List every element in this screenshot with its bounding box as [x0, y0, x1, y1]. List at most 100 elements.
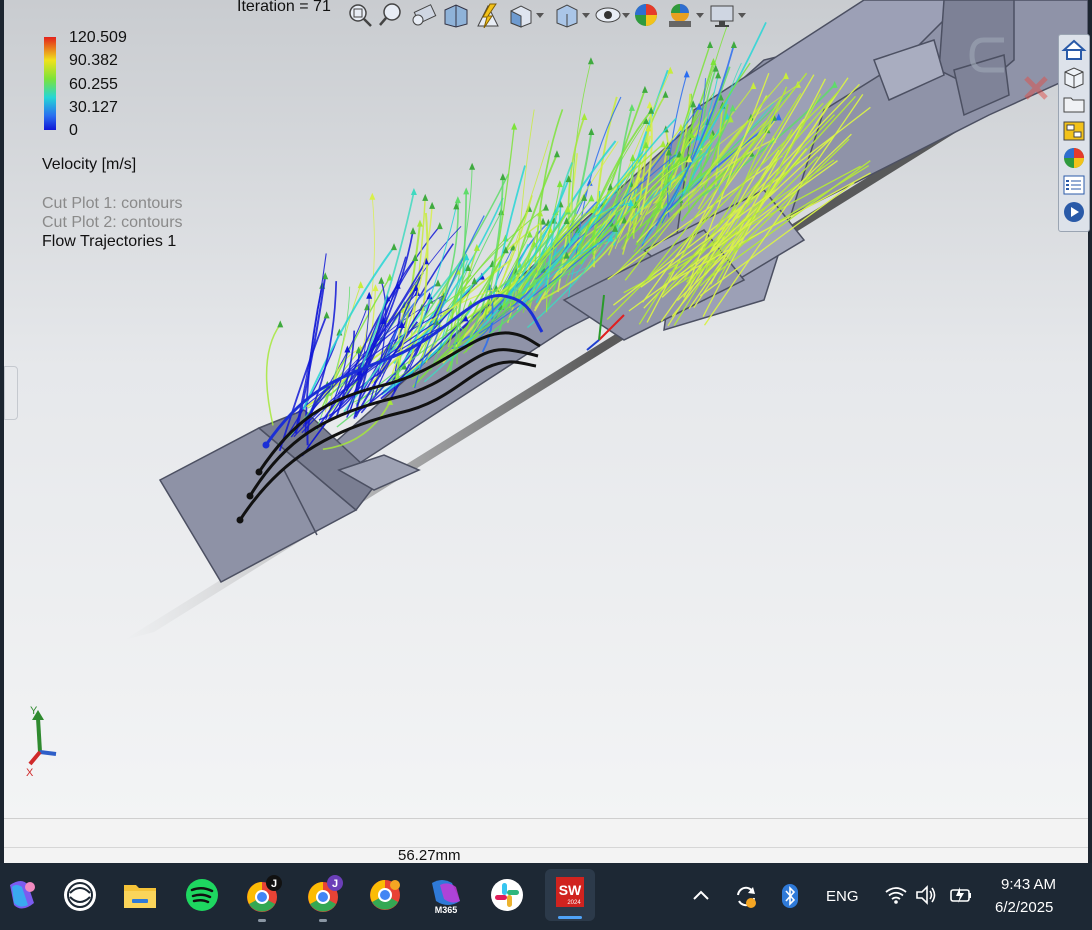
chrome-icon[interactable] — [365, 875, 405, 915]
play-icon[interactable] — [1061, 200, 1087, 224]
graphics-viewport[interactable]: 120.509 90.382 60.255 30.127 0 Velocity … — [4, 0, 1088, 818]
chrome-profile-j-icon[interactable]: J — [242, 875, 282, 922]
cancel-icon[interactable] — [1024, 76, 1048, 100]
profile-badge: J — [271, 878, 277, 890]
design-library-icon[interactable] — [1061, 119, 1087, 143]
trajectory-line — [265, 323, 281, 426]
clock-time[interactable]: 9:43 AM — [1001, 876, 1056, 893]
trajectory-arrow — [323, 311, 330, 319]
chevron-down-icon[interactable] — [620, 2, 632, 28]
display-style-icon[interactable] — [552, 2, 580, 28]
clock-date[interactable]: 6/2/2025 — [995, 899, 1053, 916]
zoom-to-area-icon[interactable] — [378, 2, 406, 28]
trajectory-arrow — [660, 140, 667, 148]
trajectory-arrow — [667, 66, 674, 74]
panel-collapse-handle[interactable] — [4, 366, 18, 420]
trajectory-arrow — [556, 180, 563, 188]
solidworks-version: 2024 — [567, 900, 581, 906]
microsoft-365-icon[interactable]: M365 — [426, 875, 466, 915]
legend-value-4: 30.127 — [69, 99, 118, 116]
trajectory-arrow — [588, 128, 595, 136]
status-bar: 56.27mm — [4, 818, 1088, 864]
view-orientation-icon[interactable] — [506, 2, 534, 28]
results-item-flow-trajectories[interactable]: Flow Trajectories 1 — [42, 233, 176, 251]
language-indicator[interactable]: ENG — [826, 888, 859, 905]
chevron-up-icon[interactable] — [690, 885, 712, 907]
trajectory-arrow — [683, 70, 690, 78]
chevron-down-icon[interactable] — [694, 2, 706, 28]
iteration-counter: Iteration = 71 — [237, 0, 331, 15]
legend-value-mid: 60.255 — [69, 76, 118, 93]
sync-icon[interactable] — [733, 883, 759, 909]
view-settings-icon[interactable] — [708, 2, 736, 28]
trajectory-arrow — [410, 188, 417, 196]
trajectory-arrow — [357, 281, 364, 289]
trajectory-arrow — [553, 150, 560, 158]
hide-show-items-icon[interactable] — [594, 2, 622, 28]
confirm-icon[interactable] — [969, 37, 1004, 73]
legend-value-min: 0 — [69, 122, 78, 139]
trajectory-arrow — [629, 154, 636, 162]
trajectory-arrow — [581, 113, 588, 121]
active-indicator — [558, 916, 582, 919]
chevron-down-icon[interactable] — [580, 2, 592, 28]
running-indicator — [258, 919, 266, 922]
trajectory-arrow — [646, 101, 653, 109]
trajectory-arrow — [277, 320, 284, 328]
legend-value-2: 90.382 — [69, 52, 118, 69]
trajectory-arrow — [410, 227, 417, 235]
status-divider — [4, 847, 1088, 848]
spotify-icon[interactable] — [182, 875, 222, 915]
battery-icon[interactable] — [948, 885, 974, 905]
solidworks-icon[interactable]: SW 2024 — [545, 869, 595, 921]
trajectory-arrow — [587, 57, 594, 65]
trajectory-arrow — [378, 276, 385, 284]
task-pane-tabs — [1058, 34, 1090, 232]
trajectory-arrow — [715, 71, 722, 79]
trajectory-arrow — [499, 173, 506, 181]
trajectory-arrow — [454, 196, 461, 204]
section-view-icon[interactable] — [442, 2, 470, 28]
slack-icon[interactable] — [487, 875, 527, 915]
dynamic-annotation-icon[interactable] — [474, 2, 502, 28]
trajectory-arrow — [469, 162, 476, 170]
bluetooth-icon[interactable] — [780, 883, 800, 909]
volume-icon[interactable] — [914, 885, 938, 905]
measurement-readout: 56.27mm — [398, 847, 461, 864]
trajectory-arrow — [463, 187, 470, 195]
wifi-icon[interactable] — [884, 885, 908, 905]
trajectory-arrow — [366, 291, 373, 299]
windows-taskbar: J J M365 SW 2024 ENG 9:43 AM 6/2/2025 — [0, 863, 1092, 930]
profile-badge: J — [332, 878, 338, 890]
browser-globe-icon[interactable] — [60, 875, 100, 915]
trajectory-arrow — [662, 90, 669, 98]
appearances-icon[interactable] — [1061, 146, 1087, 170]
trajectory-arrow — [436, 222, 443, 230]
zoom-to-fit-icon[interactable] — [346, 2, 374, 28]
trajectory-arrow — [372, 284, 379, 292]
copilot-icon[interactable] — [2, 875, 42, 915]
previous-view-icon[interactable] — [410, 2, 438, 28]
file-explorer-icon[interactable] — [120, 875, 160, 915]
duct-model[interactable] — [158, 0, 1088, 583]
flow-simulation-scene[interactable] — [4, 0, 1088, 818]
edit-appearance-icon[interactable] — [632, 2, 660, 28]
apply-scene-icon[interactable] — [666, 2, 694, 28]
legend-unit-label: Velocity [m/s] — [42, 156, 137, 173]
trajectory-arrow — [511, 122, 518, 130]
3d-view-icon[interactable] — [1061, 65, 1087, 89]
results-item-cut-plot-1[interactable]: Cut Plot 1: contours — [42, 195, 183, 213]
trajectory-arrow — [416, 219, 423, 227]
triad-x-label: X — [26, 767, 34, 779]
legend-value-max: 120.509 — [69, 29, 127, 46]
chevron-down-icon[interactable] — [534, 2, 546, 28]
chevron-down-icon[interactable] — [736, 2, 748, 28]
home-icon[interactable] — [1061, 38, 1087, 62]
results-item-cut-plot-2[interactable]: Cut Plot 2: contours — [42, 214, 183, 232]
chrome-profile-j2-icon[interactable]: J — [303, 875, 343, 922]
trajectory-arrow — [588, 194, 595, 202]
trajectory-arrow — [369, 192, 376, 200]
m365-label: M365 — [435, 905, 458, 915]
custom-properties-icon[interactable] — [1061, 173, 1087, 197]
folder-icon[interactable] — [1061, 92, 1087, 116]
